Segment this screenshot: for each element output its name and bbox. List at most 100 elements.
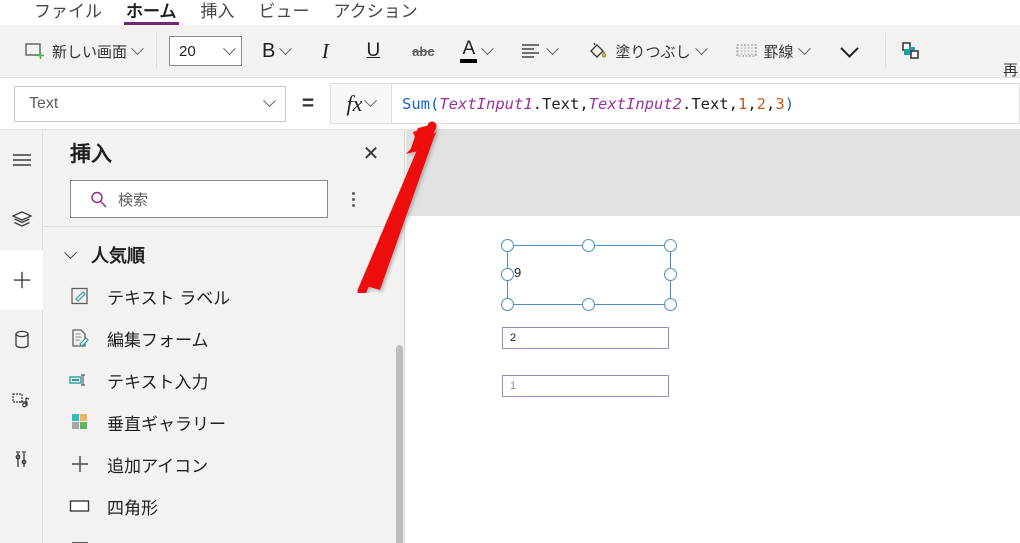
ribbon-right-cut-label[interactable]: 再 bbox=[1003, 59, 1018, 77]
border-button[interactable]: 罫線 bbox=[728, 32, 817, 70]
ribbon-group-font: 20 B I U abc A bbox=[163, 25, 565, 77]
insert-panel: 挿入 ✕ 検索 人気順 テキスト ラベル 編集フォーム テキスト入力 垂直ギャラ… bbox=[43, 130, 405, 543]
strikethrough-button[interactable]: abc bbox=[404, 32, 442, 70]
advanced-tools-icon bbox=[11, 449, 33, 471]
resize-handle-top-center[interactable] bbox=[582, 239, 595, 252]
resize-handle-bottom-left[interactable] bbox=[501, 298, 514, 311]
underline-button[interactable]: U bbox=[354, 32, 392, 70]
rail-item-tree-view[interactable] bbox=[0, 190, 43, 250]
resize-handle-top-right[interactable] bbox=[664, 239, 677, 252]
chevron-down-icon bbox=[364, 94, 378, 108]
tab-file[interactable]: ファイル bbox=[22, 0, 114, 25]
formula-token-ident: TextInput1 bbox=[439, 94, 533, 113]
formula-token-fn: ) bbox=[784, 94, 795, 113]
resize-handle-bottom-center[interactable] bbox=[582, 298, 595, 311]
search-icon bbox=[87, 188, 109, 210]
property-select-value: Text bbox=[29, 94, 59, 112]
canvas-area[interactable]: 9 2 1 bbox=[406, 130, 1020, 543]
close-icon[interactable]: ✕ bbox=[358, 140, 384, 166]
new-screen-label: 新しい画面 bbox=[52, 43, 128, 61]
property-select[interactable]: Text bbox=[14, 85, 286, 122]
font-size-value: 20 bbox=[179, 42, 196, 60]
ribbon-toolbar: 新しい画面 20 B I U abc A 塗りつぶし 罫線 再 bbox=[0, 25, 1020, 78]
text-input-icon bbox=[69, 369, 91, 391]
insert-panel-search-row: 検索 bbox=[43, 176, 404, 222]
tab-home[interactable]: ホーム bbox=[114, 0, 189, 25]
reorder-button[interactable] bbox=[892, 32, 930, 70]
chevron-down-icon bbox=[263, 94, 276, 108]
text-input-2[interactable]: 1 bbox=[502, 375, 669, 397]
list-item-text-input[interactable]: テキスト入力 bbox=[43, 359, 404, 401]
formula-token-num: 2 bbox=[756, 94, 767, 113]
more-options-icon[interactable] bbox=[336, 182, 370, 216]
insert-plus-icon bbox=[11, 269, 33, 291]
powerapps-studio-window: ファイル ホーム 挿入 ビュー アクション 新しい画面 20 B I U abc… bbox=[0, 0, 1020, 543]
ribbon-overflow-button[interactable] bbox=[831, 32, 869, 70]
formula-token-ident: TextInput2 bbox=[588, 94, 682, 113]
bold-button[interactable]: B bbox=[254, 32, 298, 70]
resize-handle-middle-right[interactable] bbox=[664, 268, 677, 281]
chevron-down-icon bbox=[797, 41, 811, 55]
list-item-label: テキスト ラベル bbox=[107, 288, 231, 308]
panel-scrollbar[interactable] bbox=[396, 345, 403, 543]
underline-icon: U bbox=[366, 40, 381, 61]
font-color-button[interactable]: A bbox=[452, 32, 500, 70]
insert-panel-header: 挿入 ✕ bbox=[43, 130, 404, 176]
chevron-down-icon bbox=[840, 38, 859, 58]
fill-label: 塗りつぶし bbox=[615, 43, 691, 61]
new-screen-button[interactable]: 新しい画面 bbox=[16, 32, 150, 70]
chevron-down-icon bbox=[481, 41, 495, 55]
section-header-label: 人気順 bbox=[91, 246, 145, 266]
fill-button[interactable]: 塗りつぶし bbox=[579, 32, 713, 70]
rail-item-advanced-tools[interactable] bbox=[0, 430, 43, 490]
formula-token-num: 1 bbox=[737, 94, 748, 113]
rail-item-menu[interactable] bbox=[0, 130, 43, 190]
resize-handle-bottom-right[interactable] bbox=[664, 298, 677, 311]
list-item-edit-form[interactable]: 編集フォーム bbox=[43, 317, 404, 359]
search-input[interactable]: 検索 bbox=[70, 180, 328, 218]
list-item-add-icon[interactable]: 追加アイコン bbox=[43, 443, 404, 485]
font-color-swatch bbox=[460, 58, 478, 63]
rail-item-insert[interactable] bbox=[0, 250, 43, 310]
selected-label-value: 9 bbox=[514, 265, 522, 280]
ribbon-tabbar: ファイル ホーム 挿入 ビュー アクション bbox=[0, 0, 1020, 25]
kebab-dot bbox=[351, 191, 355, 195]
font-color-icon: A bbox=[460, 39, 478, 63]
chevron-down-icon bbox=[131, 41, 144, 55]
italic-button[interactable]: I bbox=[306, 32, 344, 70]
rail-item-data[interactable] bbox=[0, 310, 43, 370]
align-button[interactable] bbox=[512, 32, 565, 70]
chevron-down-icon bbox=[546, 41, 560, 55]
tab-insert[interactable]: 挿入 bbox=[189, 0, 247, 25]
list-item-label: 垂直ギャラリー bbox=[107, 414, 226, 434]
list-item-text-label[interactable]: テキスト ラベル bbox=[43, 275, 404, 317]
tree-view-layers-icon bbox=[10, 209, 33, 231]
section-header-popular[interactable]: 人気順 bbox=[43, 235, 404, 275]
formula-bar-row: Text = fx Sum(TextInput1 .Text, TextInput… bbox=[0, 78, 1020, 130]
partially-cut-off-icon bbox=[69, 537, 91, 543]
resize-handle-middle-left[interactable] bbox=[501, 268, 514, 281]
font-size-select[interactable]: 20 bbox=[169, 36, 243, 66]
tab-view[interactable]: ビュー bbox=[247, 0, 322, 25]
list-item-vertical-gallery[interactable]: 垂直ギャラリー bbox=[43, 401, 404, 443]
rail-item-media[interactable] bbox=[0, 370, 43, 430]
left-rail bbox=[0, 130, 43, 543]
formula-token-prop: , bbox=[747, 94, 757, 113]
fx-button[interactable]: fx bbox=[330, 83, 392, 124]
text-input-1[interactable]: 2 bbox=[502, 327, 669, 349]
resize-handle-top-left[interactable] bbox=[501, 239, 514, 252]
list-item-cut-off[interactable] bbox=[43, 527, 404, 543]
formula-input[interactable]: Sum(TextInput1 .Text, TextInput2 .Text, 1, 2… bbox=[392, 83, 1020, 124]
formula-token-prop: , bbox=[766, 94, 776, 113]
hamburger-menu-icon bbox=[11, 149, 33, 171]
formula-token-prop: .Text, bbox=[681, 94, 738, 113]
edit-form-icon bbox=[69, 327, 91, 349]
selected-label-control[interactable]: 9 bbox=[501, 239, 677, 311]
data-cylinder-icon bbox=[11, 329, 33, 351]
list-item-label: テキスト入力 bbox=[107, 372, 209, 392]
fx-icon: fx bbox=[346, 90, 363, 116]
list-item-label: 四角形 bbox=[107, 498, 158, 518]
list-item-rectangle[interactable]: 四角形 bbox=[43, 485, 404, 527]
align-left-icon bbox=[520, 40, 542, 62]
tab-action[interactable]: アクション bbox=[322, 0, 430, 25]
